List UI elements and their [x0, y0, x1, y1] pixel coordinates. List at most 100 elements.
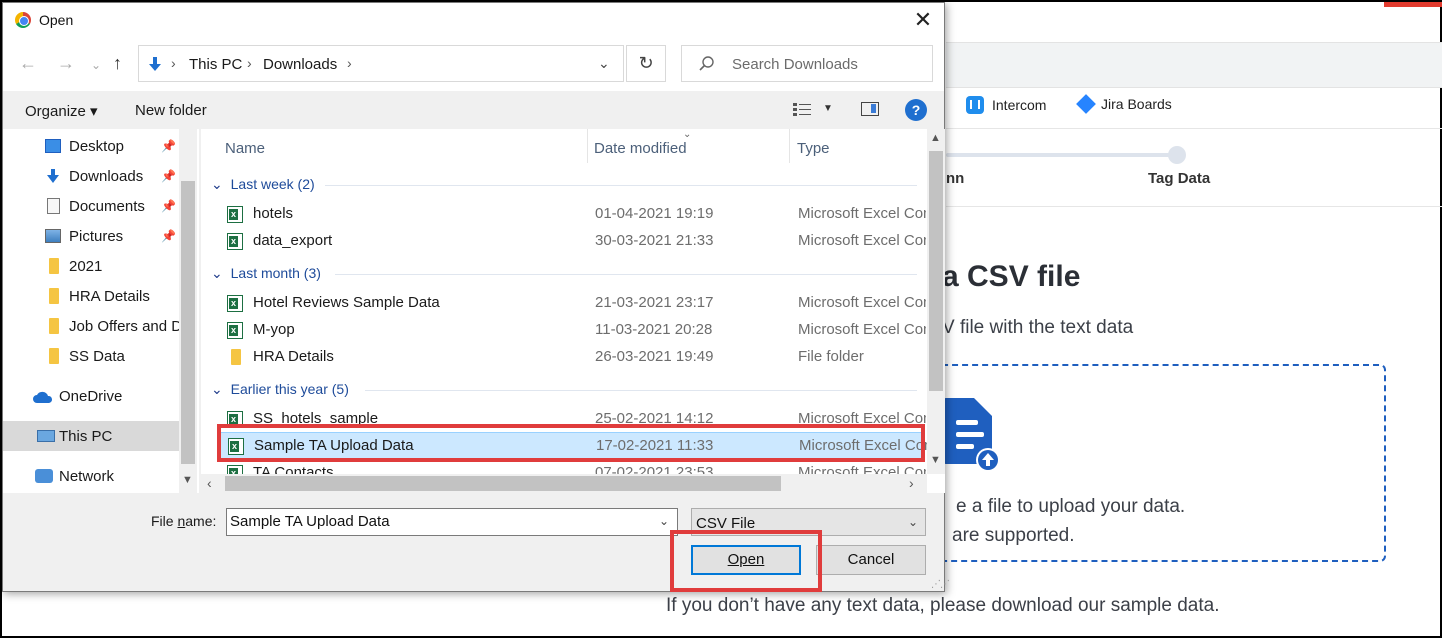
sample-data-text: If you don’t have any text data, please … — [666, 595, 1220, 616]
nav-item-onedrive[interactable]: OneDrive — [3, 381, 179, 411]
view-dropdown-caret-icon[interactable]: ▼ — [823, 103, 833, 114]
open-button[interactable]: Open — [691, 545, 801, 575]
file-list-horizontal-scrollbar[interactable]: ‹ › — [201, 474, 927, 493]
folder-icon — [231, 349, 241, 365]
vertical-scroll-thumb[interactable] — [929, 151, 943, 391]
this-pc-icon — [37, 430, 55, 442]
nav-item-label: Desktop — [69, 138, 125, 155]
pin-icon[interactable]: 📌 — [161, 199, 176, 213]
preview-pane-icon[interactable] — [861, 102, 879, 116]
file-name-input[interactable] — [230, 513, 650, 530]
file-row[interactable]: HRA Details 26-03-2021 19:49 File folder — [219, 344, 923, 371]
folder-icon — [49, 348, 59, 364]
nav-item-label: This PC — [59, 428, 113, 445]
nav-item-label: OneDrive — [59, 388, 123, 405]
scroll-up-arrow-icon[interactable]: ▲ — [930, 132, 941, 144]
search-input[interactable]: Search Downloads — [681, 45, 933, 82]
resize-grip-icon[interactable]: ⋰⋰ — [931, 579, 950, 590]
file-date: 11-03-2021 20:28 — [595, 321, 713, 338]
file-row[interactable]: SS_hotels_sample 25-02-2021 14:12 Micros… — [219, 406, 926, 433]
forward-arrow-icon[interactable]: → — [57, 53, 75, 73]
file-row[interactable]: M-yop 11-03-2021 20:28 Microsoft Excel C… — [219, 317, 926, 344]
nav-item-label: Job Offers and D — [69, 318, 179, 335]
stepper-track — [946, 153, 1174, 157]
scroll-down-arrow-icon[interactable]: ▼ — [930, 454, 941, 466]
scroll-left-arrow-icon[interactable]: ‹ — [207, 475, 212, 491]
organize-menu[interactable]: Organize ▾ — [25, 102, 98, 120]
file-list-vertical-scrollbar[interactable]: ▲ ▼ — [927, 129, 945, 474]
dialog-titlebar[interactable]: Open ✕ — [3, 3, 944, 37]
nav-item-desktop[interactable]: Desktop 📌 — [3, 131, 179, 161]
help-icon[interactable]: ? — [905, 99, 927, 121]
address-bar[interactable]: › This PC › Downloads › ⌄ — [138, 45, 624, 82]
sort-caret-icon: ⌄ — [683, 129, 692, 140]
nav-item-this-pc[interactable]: This PC — [3, 421, 179, 451]
file-row[interactable]: hotels 01-04-2021 19:19 Microsoft Excel … — [219, 201, 926, 228]
bookmark-jira-boards[interactable]: Jira Boards — [1076, 94, 1172, 114]
file-row[interactable]: data_export 30-03-2021 21:33 Microsoft E… — [219, 228, 926, 255]
column-header-type[interactable]: Type — [797, 140, 830, 157]
browser-tab-accent — [1384, 2, 1442, 7]
network-icon — [35, 469, 53, 483]
group-header-earlier-this-year[interactable]: ⌄ Earlier this year (5) — [211, 381, 349, 398]
recent-locations-chevron-icon[interactable]: ⌄ — [91, 55, 101, 75]
horizontal-scroll-thumb[interactable] — [225, 476, 781, 491]
file-name-dropdown-chevron-icon[interactable]: ⌄ — [659, 514, 669, 528]
folder-icon — [49, 318, 59, 334]
pin-icon[interactable]: 📌 — [161, 229, 176, 243]
nav-item-job-offers[interactable]: Job Offers and D — [3, 311, 179, 341]
nav-item-pictures[interactable]: Pictures 📌 — [3, 221, 179, 251]
address-dropdown-chevron-icon[interactable]: ⌄ — [598, 55, 610, 72]
nav-item-ss-data[interactable]: SS Data — [3, 341, 179, 371]
group-header-last-week[interactable]: ⌄ Last week (2) — [211, 176, 315, 193]
nav-pane-scrollbar[interactable]: ▼ — [179, 129, 197, 493]
file-name-field[interactable]: ⌄ — [226, 508, 678, 536]
breadcrumb-downloads[interactable]: Downloads — [263, 56, 337, 73]
nav-item-2021[interactable]: 2021 — [3, 251, 179, 281]
upload-file-icon — [942, 398, 1000, 472]
file-date: 21-03-2021 23:17 — [595, 294, 714, 311]
column-divider[interactable] — [789, 129, 790, 163]
new-folder-button[interactable]: New folder — [135, 102, 207, 119]
chevron-down-icon: ⌄ — [211, 265, 223, 281]
open-file-dialog: Open ✕ ← → ⌄ ↑ › This PC › Downloads › ⌄… — [2, 2, 950, 592]
excel-file-icon — [227, 295, 243, 312]
column-header-name[interactable]: Name — [225, 140, 265, 157]
file-row-selected[interactable]: Sample TA Upload Data 17-02-2021 11:33 M… — [219, 432, 927, 459]
nav-item-hra-details[interactable]: HRA Details — [3, 281, 179, 311]
nav-item-documents[interactable]: Documents 📌 — [3, 191, 179, 221]
excel-file-icon — [227, 233, 243, 250]
navigation-row: ← → ⌄ ↑ › This PC › Downloads › ⌄ ↻ Sear… — [3, 37, 944, 91]
column-divider[interactable] — [587, 129, 588, 163]
view-options-icon[interactable] — [793, 102, 811, 118]
excel-file-icon — [227, 322, 243, 339]
nav-item-label: Documents — [69, 198, 145, 215]
breadcrumb-separator-icon[interactable]: › — [347, 55, 352, 71]
up-arrow-icon[interactable]: ↑ — [113, 53, 122, 73]
column-header-date-modified[interactable]: Date modified — [594, 140, 687, 157]
nav-item-network[interactable]: Network — [3, 461, 179, 491]
search-placeholder: Search Downloads — [732, 56, 858, 73]
pin-icon[interactable]: 📌 — [161, 139, 176, 153]
dropzone-text-line2: are supported. — [952, 525, 1075, 546]
onedrive-icon — [33, 391, 53, 403]
scroll-down-arrow-icon[interactable]: ▼ — [182, 474, 193, 486]
scroll-right-arrow-icon[interactable]: › — [909, 475, 914, 491]
pictures-icon — [45, 229, 61, 243]
nav-scroll-thumb[interactable] — [181, 181, 195, 464]
pin-icon[interactable]: 📌 — [161, 169, 176, 183]
back-arrow-icon[interactable]: ← — [19, 53, 37, 73]
file-type-select[interactable]: CSV File ⌄ — [691, 508, 926, 536]
nav-item-downloads[interactable]: Downloads 📌 — [3, 161, 179, 191]
nav-item-label: SS Data — [69, 348, 125, 365]
refresh-icon[interactable]: ↻ — [626, 45, 666, 82]
cancel-button[interactable]: Cancel — [816, 545, 926, 575]
bookmark-intercom[interactable]: Intercom — [966, 96, 1046, 114]
downloads-location-icon — [149, 57, 161, 71]
breadcrumb-this-pc[interactable]: This PC — [189, 56, 242, 73]
close-icon[interactable]: ✕ — [909, 7, 937, 33]
group-label: Earlier this year (5) — [230, 381, 349, 397]
group-header-last-month[interactable]: ⌄ Last month (3) — [211, 265, 321, 282]
search-icon — [699, 56, 714, 71]
file-row[interactable]: Hotel Reviews Sample Data 21-03-2021 23:… — [219, 290, 926, 317]
